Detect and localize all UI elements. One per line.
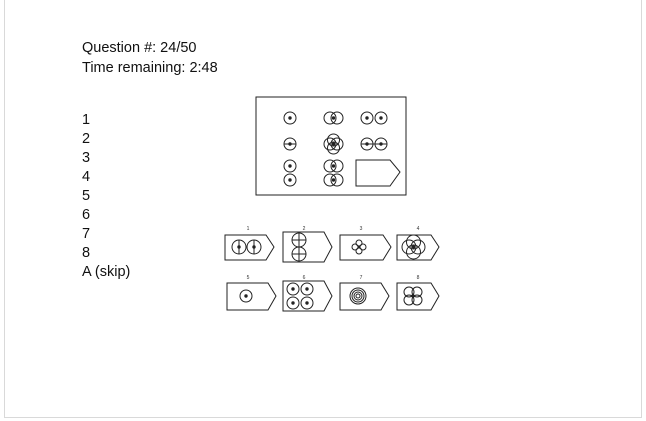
answer-number-5: 5 (247, 275, 250, 281)
answer-4[interactable] (396, 234, 440, 261)
answer-number-7: 7 (360, 275, 363, 281)
matrix-cell-3 (360, 111, 388, 125)
answer-2[interactable] (282, 231, 333, 263)
answer-number-3: 3 (360, 226, 363, 232)
answer-number-4: 4 (417, 226, 420, 232)
answer-6[interactable] (282, 280, 333, 312)
matrix-cell-2 (323, 111, 344, 125)
matrix-cell-missing (355, 159, 401, 187)
puzzle-figure: 1 2 3 4 5 6 7 8 (224, 96, 440, 312)
matrix-cell-4 (283, 137, 297, 151)
answer-5[interactable] (226, 282, 277, 311)
answer-1[interactable] (224, 234, 275, 261)
answer-8[interactable] (396, 282, 440, 311)
matrix-cell-6 (360, 137, 388, 151)
answer-number-1: 1 (247, 226, 250, 232)
matrix-cell-5 (323, 133, 344, 155)
matrix-cell-8 (323, 159, 344, 187)
matrix-cell-1 (283, 111, 297, 125)
matrix-cell-7 (283, 159, 297, 187)
answer-number-6: 6 (303, 275, 306, 281)
answer-7[interactable] (339, 282, 390, 311)
answer-number-2: 2 (303, 226, 306, 232)
answer-3[interactable] (339, 234, 392, 261)
answer-number-8: 8 (417, 275, 420, 281)
